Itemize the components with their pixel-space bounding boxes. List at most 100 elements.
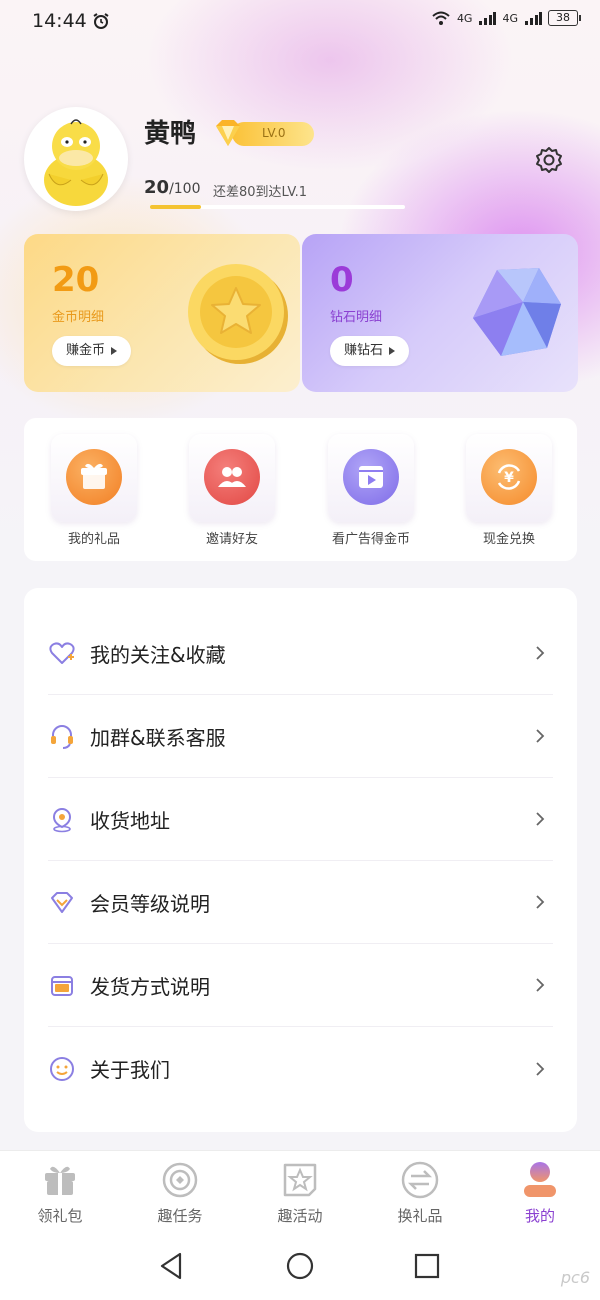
exchange-icon bbox=[401, 1161, 439, 1199]
tab-fun-tasks[interactable]: 趣任务 bbox=[140, 1159, 220, 1226]
points-current: 20 bbox=[144, 177, 170, 198]
menu-item-membership-levels[interactable]: 会员等级说明 bbox=[48, 861, 553, 944]
crystal-gem-icon bbox=[473, 268, 561, 356]
headset-icon bbox=[51, 725, 73, 749]
tab-exchange-gifts[interactable]: 换礼品 bbox=[380, 1159, 460, 1226]
chevron-right-icon bbox=[536, 729, 545, 743]
quick-tile bbox=[189, 434, 275, 522]
gift-icon bbox=[45, 1166, 75, 1195]
battery-icon: 38 bbox=[548, 10, 581, 26]
diamond-card[interactable]: 0 钻石明细 赚钻石 bbox=[302, 234, 578, 392]
level-progress-bar bbox=[150, 205, 405, 209]
network-label-1: 4G bbox=[456, 11, 473, 25]
diamond-balance: 0 bbox=[330, 260, 354, 300]
tab-label: 换礼品 bbox=[397, 1207, 443, 1225]
coin-balance: 20 bbox=[52, 260, 100, 300]
earn-coins-button[interactable]: 赚金币 bbox=[52, 336, 132, 366]
system-navigation-bar bbox=[0, 1236, 600, 1300]
menu-item-label: 发货方式说明 bbox=[90, 974, 210, 999]
tab-label: 趣任务 bbox=[157, 1207, 203, 1225]
star-flag-icon bbox=[283, 1163, 317, 1197]
quick-circle bbox=[204, 449, 260, 505]
menu-item-shipping-address[interactable]: 收货地址 bbox=[48, 778, 553, 861]
triangle-right-icon bbox=[111, 347, 118, 355]
triangle-right-icon bbox=[389, 347, 396, 355]
quick-tile bbox=[51, 434, 137, 522]
tab-fun-activities[interactable]: 趣活动 bbox=[260, 1159, 340, 1226]
earn-diamonds-label: 赚钻石 bbox=[344, 343, 384, 358]
quick-action-watch-ads[interactable]: 看广告得金币 bbox=[325, 434, 417, 547]
friends-icon bbox=[218, 467, 246, 487]
signal-icon bbox=[479, 12, 497, 25]
chevron-right-icon bbox=[536, 978, 545, 992]
quick-action-my-gifts[interactable]: 我的礼品 bbox=[48, 434, 140, 547]
tab-label: 领礼包 bbox=[37, 1207, 83, 1225]
menu-item-shipping-methods[interactable]: 发货方式说明 bbox=[48, 944, 553, 1027]
points-total: /100 bbox=[169, 181, 201, 197]
tab-label: 我的 bbox=[524, 1207, 555, 1225]
earn-coins-label: 赚金币 bbox=[66, 343, 106, 358]
heart-icon bbox=[49, 642, 75, 664]
location-icon bbox=[52, 807, 72, 833]
earn-diamonds-button[interactable]: 赚钻石 bbox=[330, 336, 410, 366]
chevron-right-icon bbox=[536, 1061, 545, 1076]
points-progress: 20/100 bbox=[144, 177, 201, 198]
video-icon bbox=[359, 466, 383, 488]
coin-card[interactable]: 20 金币明细 赚金币 bbox=[24, 234, 300, 392]
chevron-right-icon bbox=[536, 895, 545, 909]
quick-action-label: 看广告得金币 bbox=[331, 532, 410, 547]
menu-item-join-group-support[interactable]: 加群&联系客服 bbox=[48, 695, 553, 778]
menu-item-about-us[interactable]: 关于我们 bbox=[48, 1027, 553, 1110]
wifi-icon bbox=[432, 11, 450, 25]
coin-detail-link[interactable]: 金币明细 bbox=[52, 306, 104, 325]
quick-action-invite-friends[interactable]: 邀请好友 bbox=[186, 434, 278, 547]
alarm-icon bbox=[93, 13, 109, 29]
quick-tile bbox=[328, 434, 414, 522]
diamond-icon bbox=[51, 892, 73, 913]
menu-item-label: 会员等级说明 bbox=[90, 891, 210, 916]
recents-square-icon[interactable] bbox=[411, 1250, 443, 1282]
diamond-detail-link[interactable]: 钻石明细 bbox=[330, 306, 382, 325]
bottom-tab-bar: 领礼包 趣任务 趣活动 换礼品 我的 bbox=[0, 1150, 600, 1236]
menu-panel: 我的关注&收藏 加群&联系客服 收货地址 会员等级说明 发货方式说明 关于我们 bbox=[24, 588, 577, 1132]
quick-action-label: 现金兑换 bbox=[482, 532, 535, 547]
home-circle-icon[interactable] bbox=[284, 1250, 316, 1282]
status-time: 14:44 bbox=[32, 10, 87, 32]
duck-avatar-image bbox=[27, 110, 125, 208]
back-triangle-icon[interactable] bbox=[156, 1250, 188, 1282]
quick-tile: ¥ bbox=[466, 434, 552, 522]
quick-action-label: 邀请好友 bbox=[205, 532, 258, 547]
menu-item-label: 关于我们 bbox=[90, 1058, 170, 1082]
tab-mine[interactable]: 我的 bbox=[500, 1159, 580, 1226]
box-icon bbox=[51, 976, 73, 996]
diamond-level-icon bbox=[216, 120, 240, 146]
gift-icon bbox=[81, 463, 107, 489]
signal-icon-2 bbox=[525, 12, 542, 25]
status-bar: 14:44 4G 4G 38 bbox=[0, 0, 600, 44]
avatar[interactable] bbox=[24, 107, 128, 211]
menu-item-label: 收货地址 bbox=[90, 808, 170, 833]
cash-exchange-icon: ¥ bbox=[497, 464, 521, 490]
menu-item-label: 加群&联系客服 bbox=[90, 725, 226, 750]
user-icon bbox=[524, 1162, 556, 1197]
menu-item-label: 我的关注&收藏 bbox=[90, 642, 226, 667]
quick-circle: ¥ bbox=[481, 449, 537, 505]
tab-label: 趣活动 bbox=[277, 1207, 323, 1225]
quick-circle bbox=[343, 449, 399, 505]
level-progress-hint: 还差80到达LV.1 bbox=[213, 185, 307, 200]
quick-action-label: 我的礼品 bbox=[67, 532, 120, 547]
watermark: pc6 bbox=[560, 1268, 590, 1287]
quick-action-cash-exchange[interactable]: ¥ 现金兑换 bbox=[463, 434, 555, 547]
tab-gift-packs[interactable]: 领礼包 bbox=[20, 1159, 100, 1226]
level-badge: LV.0 bbox=[210, 118, 316, 148]
level-text: LV.0 bbox=[262, 126, 286, 140]
menu-item-follows-favorites[interactable]: 我的关注&收藏 bbox=[48, 612, 553, 695]
network-label-2: 4G bbox=[502, 11, 518, 25]
settings-gear-icon[interactable] bbox=[533, 144, 565, 176]
chevron-right-icon bbox=[536, 646, 545, 660]
username: 黄鸭 bbox=[144, 119, 197, 149]
quick-actions-panel: 我的礼品 邀请好友 看广告得金币 ¥ 现金兑换 bbox=[24, 418, 577, 561]
quick-circle bbox=[66, 449, 122, 505]
target-icon bbox=[162, 1162, 198, 1198]
smile-icon bbox=[50, 1056, 74, 1081]
